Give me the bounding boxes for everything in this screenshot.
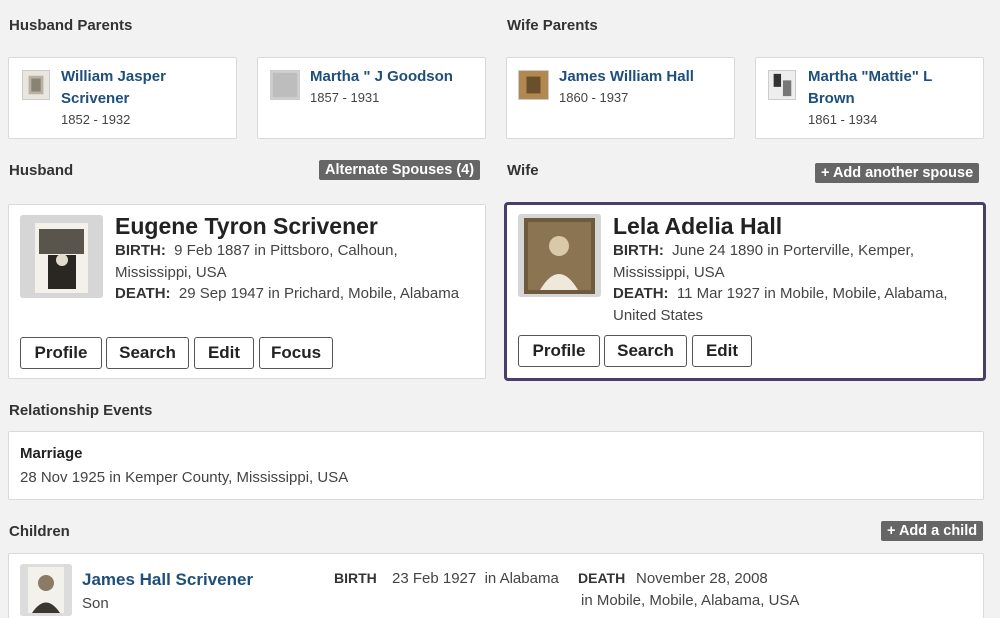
marriage-event-card[interactable]: Marriage 28 Nov 1925 in Kemper County, M… bbox=[8, 431, 984, 500]
husband-death-line1: 29 Sep 1947 in Prichard, Mobile, Alabama bbox=[178, 285, 460, 302]
person-photo bbox=[518, 70, 549, 100]
add-child-button[interactable]: + Add a child bbox=[881, 521, 984, 541]
child-relation: Son bbox=[82, 595, 109, 612]
wife-mother-dates: 1861 - 1934 bbox=[808, 112, 878, 127]
husband-father-name-line2[interactable]: Scrivener bbox=[61, 88, 129, 110]
birth-label: BIRTH: bbox=[115, 242, 166, 259]
wife-birth: BIRTH: June 24 1890 in Porterville, Kemp… bbox=[613, 240, 914, 262]
birth-label: BIRTH: bbox=[613, 242, 664, 259]
person-photo bbox=[768, 70, 796, 100]
child-death-label: DEATH bbox=[578, 570, 626, 586]
husband-mother-name[interactable]: Martha " J Goodson bbox=[310, 66, 453, 88]
husband-father-card[interactable]: William Jasper Scrivener 1852 - 1932 bbox=[8, 57, 237, 139]
husband-father-name-line1[interactable]: William Jasper bbox=[61, 66, 166, 88]
death-label: DEATH: bbox=[613, 285, 669, 302]
event-detail: 28 Nov 1925 in Kemper County, Mississipp… bbox=[20, 469, 349, 486]
husband-mother-dates: 1857 - 1931 bbox=[310, 90, 380, 105]
husband-edit-button[interactable]: Edit bbox=[194, 337, 254, 369]
husband-section-label: Husband bbox=[9, 162, 74, 179]
wife-mother-card[interactable]: Martha "Mattie" L Brown 1861 - 1934 bbox=[755, 57, 984, 139]
wife-birth-line1: June 24 1890 in Porterville, Kemper, bbox=[672, 242, 914, 259]
wife-profile-button[interactable]: Profile bbox=[518, 335, 600, 367]
child-row: James Hall Scrivener Son BIRTH 23 Feb 19… bbox=[8, 553, 984, 618]
husband-birth-line2: Mississippi, USA bbox=[115, 264, 227, 281]
relationship-events-title: Relationship Events bbox=[9, 402, 153, 419]
wife-edit-button[interactable]: Edit bbox=[692, 335, 752, 367]
wife-card: Lela Adelia Hall BIRTH: June 24 1890 in … bbox=[504, 202, 986, 381]
wife-death-line1: 11 Mar 1927 in Mobile, Mobile, Alabama, bbox=[676, 285, 948, 302]
wife-father-dates: 1860 - 1937 bbox=[559, 90, 629, 105]
husband-parents-title: Husband Parents bbox=[9, 17, 133, 34]
husband-photo[interactable] bbox=[20, 215, 103, 298]
wife-death: DEATH: 11 Mar 1927 in Mobile, Mobile, Al… bbox=[613, 283, 948, 305]
husband-mother-card[interactable]: Martha " J Goodson 1857 - 1931 bbox=[257, 57, 486, 139]
child-birth-value: 23 Feb 1927 in Alabama bbox=[392, 570, 559, 587]
child-death-line1: November 28, 2008 bbox=[636, 570, 768, 587]
death-label: DEATH: bbox=[115, 285, 171, 302]
wife-mother-name-line2[interactable]: Brown bbox=[808, 88, 855, 110]
husband-name[interactable]: Eugene Tyron Scrivener bbox=[115, 213, 378, 240]
wife-mother-name-line1[interactable]: Martha "Mattie" L bbox=[808, 66, 932, 88]
husband-father-dates: 1852 - 1932 bbox=[61, 112, 131, 127]
person-photo bbox=[270, 70, 300, 100]
add-another-spouse-button[interactable]: + Add another spouse bbox=[815, 163, 980, 183]
child-birth-label: BIRTH bbox=[334, 570, 377, 586]
children-title: Children bbox=[9, 523, 70, 540]
wife-photo[interactable] bbox=[518, 214, 601, 297]
husband-birth-line1: 9 Feb 1887 in Pittsboro, Calhoun, bbox=[174, 242, 398, 259]
wife-section-label: Wife bbox=[507, 162, 539, 179]
husband-focus-button[interactable]: Focus bbox=[259, 337, 333, 369]
husband-death: DEATH: 29 Sep 1947 in Prichard, Mobile, … bbox=[115, 283, 459, 305]
husband-profile-button[interactable]: Profile bbox=[20, 337, 102, 369]
child-name[interactable]: James Hall Scrivener bbox=[82, 569, 253, 591]
husband-birth: BIRTH: 9 Feb 1887 in Pittsboro, Calhoun, bbox=[115, 240, 398, 262]
wife-death-line2: United States bbox=[613, 307, 704, 324]
event-type: Marriage bbox=[20, 445, 83, 462]
husband-search-button[interactable]: Search bbox=[106, 337, 189, 369]
wife-search-button[interactable]: Search bbox=[604, 335, 687, 367]
person-photo bbox=[22, 70, 50, 100]
husband-card: Eugene Tyron Scrivener BIRTH: 9 Feb 1887… bbox=[8, 204, 486, 379]
wife-parents-title: Wife Parents bbox=[507, 17, 598, 34]
child-photo[interactable] bbox=[20, 564, 72, 616]
wife-father-card[interactable]: James William Hall 1860 - 1937 bbox=[506, 57, 735, 139]
alternate-spouses-button[interactable]: Alternate Spouses (4) bbox=[319, 160, 481, 180]
wife-birth-line2: Mississippi, USA bbox=[613, 264, 725, 281]
wife-father-name[interactable]: James William Hall bbox=[559, 66, 694, 88]
wife-name[interactable]: Lela Adelia Hall bbox=[613, 213, 782, 240]
child-death-line2: in Mobile, Mobile, Alabama, USA bbox=[581, 592, 800, 609]
